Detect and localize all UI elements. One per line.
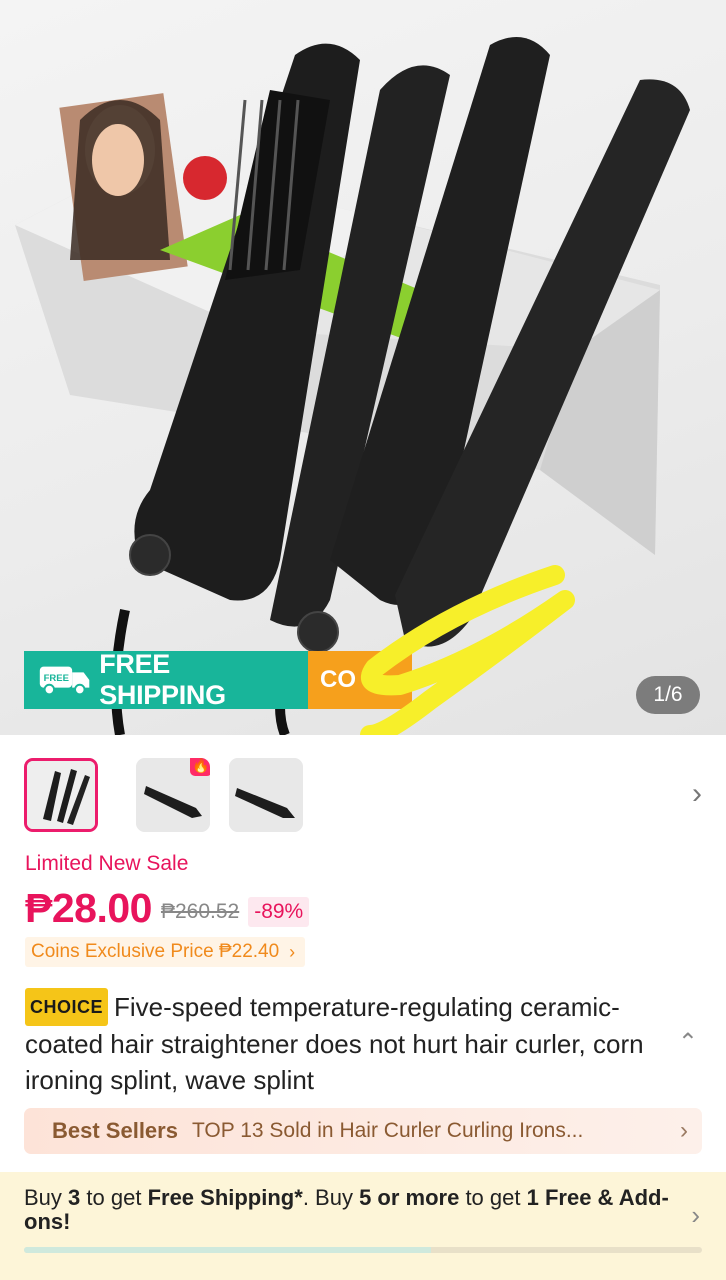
original-price: ₱260.52	[160, 899, 240, 923]
image-page-counter: 1/6	[636, 676, 700, 714]
secondary-badge: CO	[308, 651, 412, 709]
best-sellers-tag: Best Sellers	[52, 1118, 178, 1143]
product-title: CHOICE Five-speed temperature-regulating …	[25, 988, 685, 1098]
chevron-right-icon[interactable]: ›	[692, 777, 702, 811]
free-truck-icon: FREE	[39, 666, 90, 696]
current-price: ₱28.00	[25, 885, 152, 931]
fire-icon: 🔥	[190, 758, 210, 776]
limited-sale-label: Limited New Sale	[25, 852, 189, 875]
thumbnail-item[interactable]	[229, 758, 303, 832]
thumbnail-image	[27, 761, 95, 829]
thumbnail-item[interactable]: 🔥	[136, 758, 210, 832]
chevron-right-icon: ›	[289, 941, 296, 962]
coins-price-link[interactable]: Coins Exclusive Price ₱22.40 ›	[25, 937, 306, 967]
product-title-text: Five-speed temperature-regulating cerami…	[25, 992, 644, 1095]
price-row: ₱28.00 ₱260.52 -89%	[25, 885, 310, 932]
bundle-promo-banner[interactable]: Buy 3 to get Free Shipping*. Buy 5 or mo…	[0, 1172, 726, 1280]
thumbnail-image	[229, 758, 303, 832]
free-shipping-banner: FREE FREE SHIPPING CO	[24, 651, 412, 709]
best-sellers-banner[interactable]: Best Sellers TOP 13 Sold in Hair Curler …	[24, 1108, 702, 1154]
free-shipping-label: FREE SHIPPING	[99, 651, 226, 709]
discount-badge: -89%	[248, 896, 310, 927]
chevron-right-icon: ›	[691, 1200, 700, 1230]
coins-price-text: Coins Exclusive Price ₱22.40	[31, 941, 280, 962]
best-sellers-text: TOP 13 Sold in Hair Curler Curling Irons…	[191, 1119, 584, 1142]
promo-progress-bar	[24, 1247, 702, 1253]
choice-badge: CHOICE	[25, 988, 109, 1026]
thumbnail-strip: 🔥 ›	[0, 755, 726, 835]
free-shipping-badge: FREE FREE SHIPPING	[24, 651, 308, 709]
svg-text:FREE: FREE	[44, 673, 69, 684]
chevron-up-icon[interactable]: ⌃	[678, 1028, 698, 1057]
product-photo	[15, 37, 690, 735]
chevron-right-icon: ›	[680, 1117, 688, 1144]
product-image-carousel[interactable]: FREE FREE SHIPPING CO 1/6	[0, 0, 726, 735]
promo-text: Buy 3 to get Free Shipping*. Buy 5 or mo…	[24, 1185, 669, 1234]
thumbnail-item[interactable]	[24, 758, 98, 832]
